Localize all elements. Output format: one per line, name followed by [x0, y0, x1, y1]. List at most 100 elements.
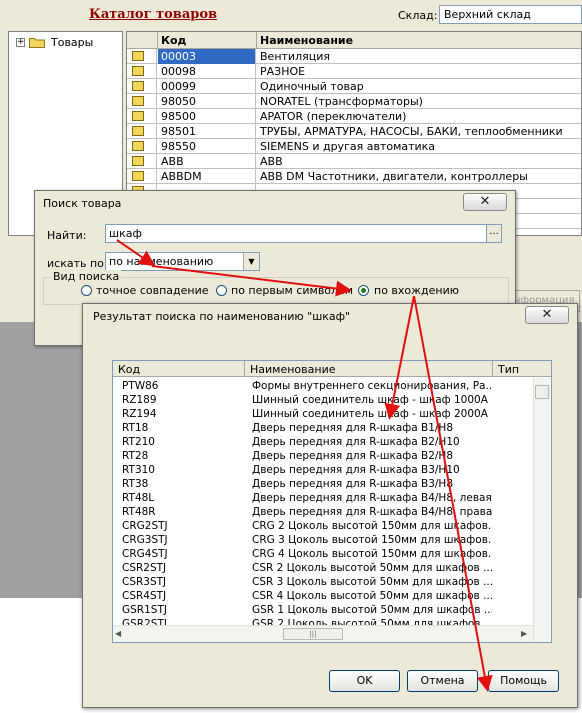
result-list[interactable]: Код Наименование Тип PTW86 Формы внутренн… — [112, 360, 552, 643]
radio-exact-label[interactable]: точное совпадение — [96, 284, 209, 297]
list-item[interactable]: RT28 Дверь передняя для R-шкафа В2/Н8 — [113, 450, 533, 464]
tree-item-label[interactable]: Товары — [51, 36, 93, 49]
folder-icon — [127, 109, 157, 124]
grid-header-code[interactable]: Код — [158, 32, 257, 49]
result-header-name[interactable]: Наименование — [245, 361, 493, 377]
result-name: Шинный соединитель шкаф - шкаф 1000А — [252, 394, 488, 406]
row-name: APATOR (переключатели) — [260, 110, 407, 123]
row-code: ABBDM — [158, 169, 256, 184]
result-name: CRG 2 Цоколь высотой 150мм для шкафов... — [252, 520, 492, 532]
list-item[interactable]: RT48L Дверь передняя для R-шкафа В4/Н8, л… — [113, 492, 533, 506]
table-row[interactable]: 98500 APATOR (переключатели) — [127, 109, 581, 124]
folder-icon — [127, 169, 157, 184]
find-label: Найти: — [47, 229, 87, 242]
chevron-down-icon[interactable]: ▼ — [243, 253, 259, 270]
scroll-thumb-horizontal[interactable]: ||| — [283, 628, 343, 640]
result-code: RT38 — [122, 478, 149, 490]
cancel-button[interactable]: Отмена — [407, 670, 478, 692]
result-name: CSR 4 Цоколь высотой 50мм для шкафов ... — [252, 590, 492, 602]
result-dialog: Результат поиска по наименованию "шкаф" … — [82, 303, 578, 708]
radio-prefix[interactable] — [216, 285, 227, 296]
result-name: Шинный соединитель шкаф - шкаф 2000А — [252, 408, 488, 420]
row-code: 00098 — [158, 64, 256, 79]
list-item[interactable]: CSR2STJ CSR 2 Цоколь высотой 50мм для шка… — [113, 562, 533, 576]
result-header-type[interactable]: Тип — [493, 361, 551, 377]
result-name: Дверь передняя для R-шкафа В3/Н10 — [252, 464, 460, 476]
table-row[interactable]: ABBDM ABB DM Частотники, двигатели, контр… — [127, 169, 581, 184]
warehouse-select[interactable]: Верхний склад — [439, 5, 582, 24]
ok-button[interactable]: OK — [329, 670, 400, 692]
close-icon[interactable]: ✕ — [525, 306, 569, 324]
search-dialog-title: Поиск товара — [43, 197, 122, 210]
radio-exact[interactable] — [81, 285, 92, 296]
row-name: РАЗНОЕ — [260, 65, 306, 78]
list-item[interactable]: RT210 Дверь передняя для R-шкафа В2/Н10 — [113, 436, 533, 450]
list-item[interactable]: GSR1STJ GSR 1 Цоколь высотой 50мм для шка… — [113, 604, 533, 618]
table-row[interactable]: 98050 NORATEL (трансформаторы) — [127, 94, 581, 109]
close-icon[interactable]: ✕ — [463, 193, 507, 211]
browse-button[interactable]: ... — [486, 224, 502, 243]
list-item[interactable]: RT18 Дверь передняя для R-шкафа В1/Н8 — [113, 422, 533, 436]
grid-header-name[interactable]: Наименование — [257, 32, 581, 49]
row-name: Одиночный товар — [260, 80, 364, 93]
list-item[interactable]: PTW86 Формы внутреннего секционирования, … — [113, 380, 533, 394]
help-button[interactable]: Помощь — [488, 670, 559, 692]
scroll-right-icon[interactable]: ▶ — [521, 629, 527, 638]
list-item[interactable]: CSR4STJ CSR 4 Цоколь высотой 50мм для шка… — [113, 590, 533, 604]
table-row[interactable]: ABB ABB — [127, 154, 581, 169]
list-item[interactable]: RT38 Дверь передняя для R-шкафа В3/Н8 — [113, 478, 533, 492]
result-code: CRG4STJ — [122, 548, 168, 560]
result-code: RT48R — [122, 506, 156, 518]
result-code: CRG3STJ — [122, 534, 168, 546]
result-name: Дверь передняя для R-шкафа В4/Н8, правая — [252, 506, 492, 518]
result-name: Формы внутреннего секционирования, Ра... — [252, 380, 492, 392]
searchby-select[interactable]: по наименованию — [105, 252, 260, 271]
table-row[interactable]: 00098 РАЗНОЕ — [127, 64, 581, 79]
list-item[interactable]: CRG3STJ CRG 3 Цоколь высотой 150мм для шк… — [113, 534, 533, 548]
scroll-thumb[interactable] — [535, 385, 549, 399]
result-name: Дверь передняя для R-шкафа В1/Н8 — [252, 422, 454, 434]
result-code: RT210 — [122, 436, 155, 448]
folder-icon — [127, 139, 157, 154]
result-code: CRG2STJ — [122, 520, 168, 532]
row-code: 98500 — [158, 109, 256, 124]
list-item[interactable]: CSR3STJ CSR 3 Цоколь высотой 50мм для шка… — [113, 576, 533, 590]
result-name: CSR 2 Цоколь высотой 50мм для шкафов ... — [252, 562, 492, 574]
scroll-left-icon[interactable]: ◀ — [115, 629, 121, 638]
vertical-scrollbar[interactable] — [533, 378, 550, 642]
list-item[interactable]: RT48R Дверь передняя для R-шкафа В4/Н8, п… — [113, 506, 533, 520]
result-code: RT18 — [122, 422, 149, 434]
list-item[interactable]: RZ194 Шинный соединитель шкаф - шкаф 2000… — [113, 408, 533, 422]
row-code: 98501 — [158, 124, 256, 139]
folder-icon — [127, 64, 157, 79]
folder-icon — [127, 79, 157, 94]
radio-contains[interactable] — [358, 285, 369, 296]
result-name: CRG 3 Цоколь высотой 150мм для шкафов... — [252, 534, 492, 546]
radio-prefix-label[interactable]: по первым символам — [231, 284, 353, 297]
result-name: Дверь передняя для R-шкафа В2/Н10 — [252, 436, 460, 448]
row-code: 00003 — [158, 49, 256, 64]
table-row[interactable]: 00099 Одиночный товар — [127, 79, 581, 94]
list-item[interactable]: RZ189 Шинный соединитель шкаф - шкаф 1000… — [113, 394, 533, 408]
row-name: Вентиляция — [260, 50, 330, 63]
list-item[interactable]: RT310 Дверь передняя для R-шкафа В3/Н10 — [113, 464, 533, 478]
row-code: 98550 — [158, 139, 256, 154]
row-name: ТРУБЫ, АРМАТУРА, НАСОСЫ, БАКИ, теплообме… — [260, 125, 563, 138]
table-row[interactable]: 00003 Вентиляция — [127, 49, 581, 64]
result-name: Дверь передняя для R-шкафа В2/Н8 — [252, 450, 454, 462]
radio-contains-label[interactable]: по вхождению — [374, 284, 459, 297]
result-code: RT48L — [122, 492, 155, 504]
result-code: RZ189 — [122, 394, 157, 406]
result-header-code[interactable]: Код — [113, 361, 245, 377]
table-row[interactable]: 98501 ТРУБЫ, АРМАТУРА, НАСОСЫ, БАКИ, тепл… — [127, 124, 581, 139]
list-item[interactable]: CRG2STJ CRG 2 Цоколь высотой 150мм для шк… — [113, 520, 533, 534]
table-row[interactable]: 98550 SIEMENS и другая автоматика — [127, 139, 581, 154]
list-item[interactable]: CRG4STJ CRG 4 Цоколь высотой 150мм для шк… — [113, 548, 533, 562]
result-name: CSR 3 Цоколь высотой 50мм для шкафов ... — [252, 576, 492, 588]
folder-icon — [29, 38, 45, 48]
find-input[interactable]: шкаф — [105, 224, 490, 243]
catalog-title[interactable]: Каталог товаров — [89, 7, 217, 22]
result-name: Дверь передняя для R-шкафа В3/Н8 — [252, 478, 454, 490]
row-name: NORATEL (трансформаторы) — [260, 95, 423, 108]
expand-icon[interactable]: + — [16, 38, 25, 47]
